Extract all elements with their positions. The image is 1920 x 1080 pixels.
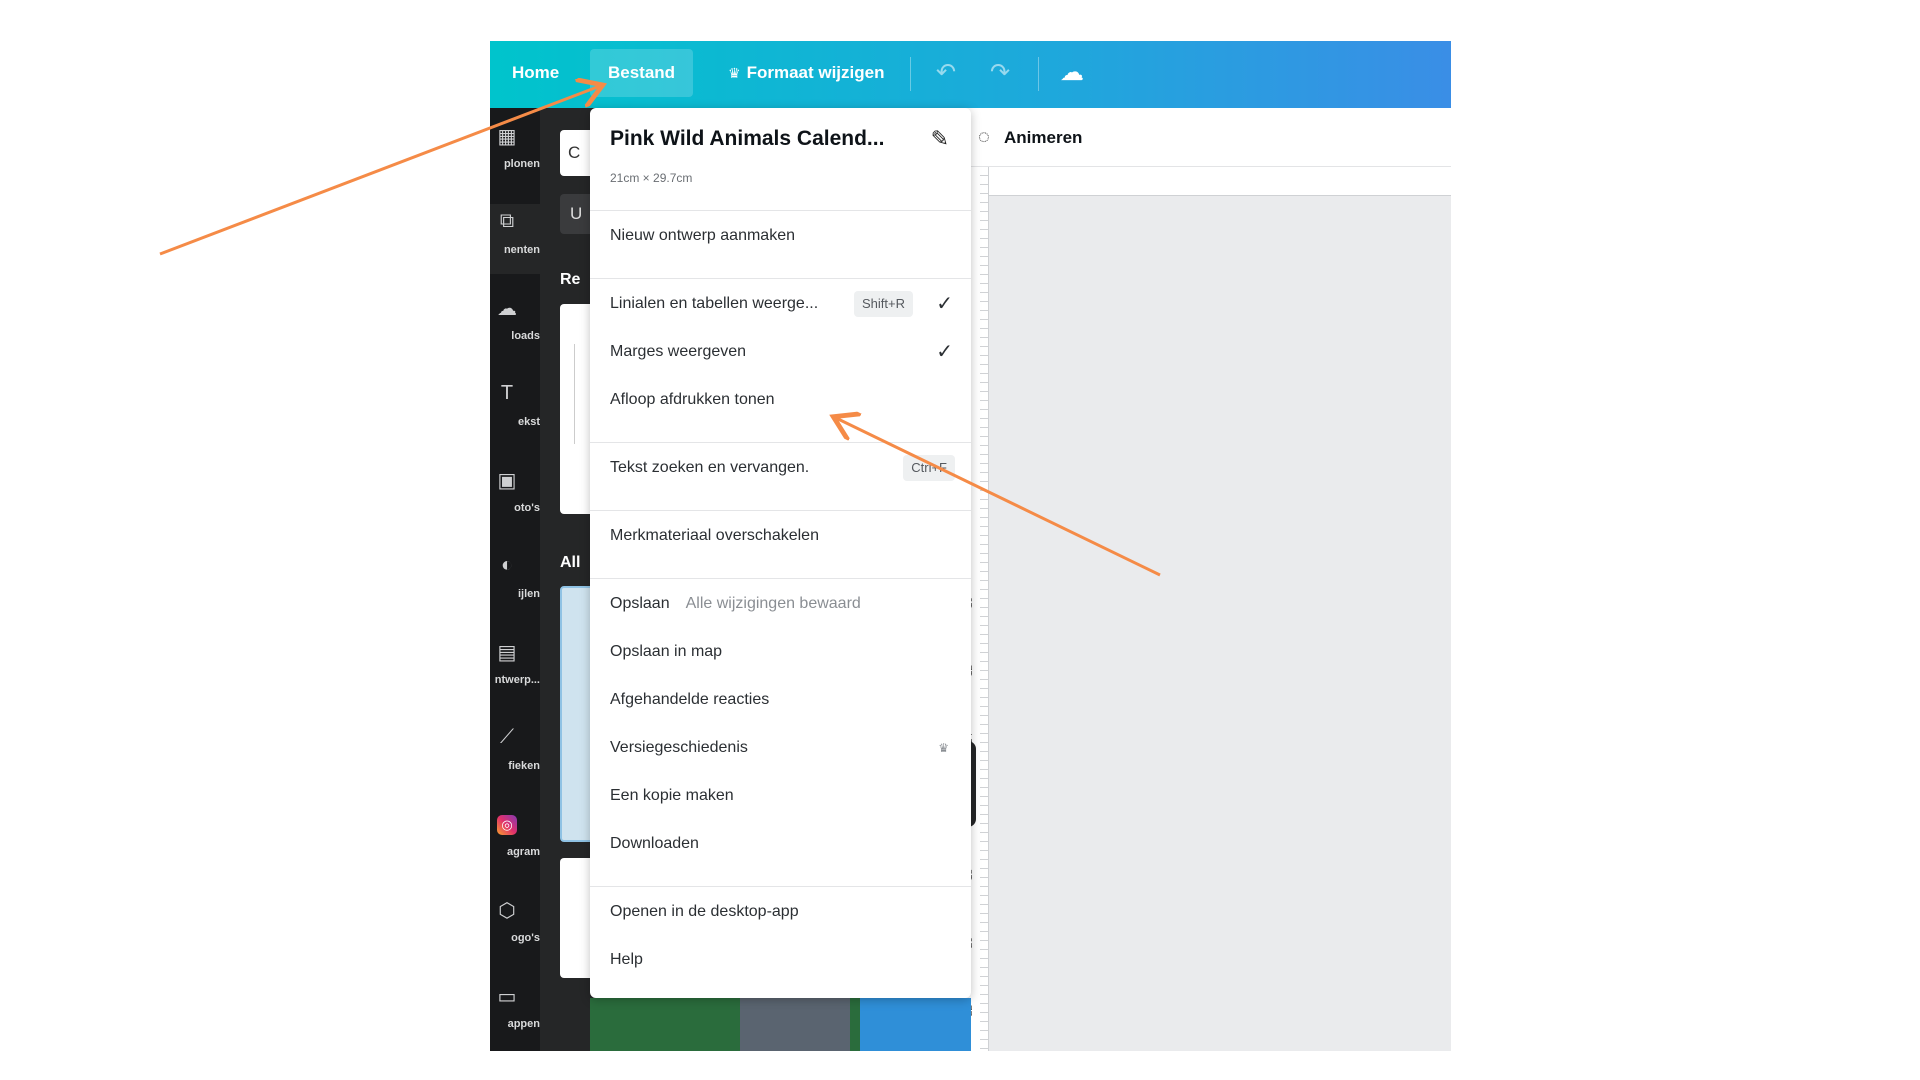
sidebar-item-templates[interactable]: ▦ plonen (490, 118, 540, 188)
menu-item-open-desktop[interactable]: Openen in de desktop-app (610, 892, 955, 932)
sidebar-item-projects[interactable]: ▤ ntwerp... (490, 634, 540, 704)
menu-item-version-history[interactable]: Versiegeschiedenis ♛ (610, 728, 955, 768)
horizontal-ruler[interactable] (960, 167, 1451, 196)
sidebar-item-uploads[interactable]: ☁ loads (490, 290, 540, 360)
design-title[interactable]: Pink Wild Animals Calend... (610, 127, 884, 151)
menu-divider (590, 210, 971, 211)
elements-icon: ⧉ (499, 210, 515, 232)
sidebar-item-photos[interactable]: ▣ oto's (490, 462, 540, 532)
sidebar: ▦ plonen ⧉ nenten ☁ loads T ekst ▣ oto's… (490, 108, 540, 1051)
menu-item-make-copy[interactable]: Een kopie maken (610, 776, 955, 816)
design-dimensions: 21cm × 29.7cm (610, 171, 693, 185)
menu-item-label: Linialen en tabellen weerge... (610, 295, 819, 312)
save-status: Alle wijzigingen bewaard (685, 595, 861, 612)
top-bar: Home Bestand ♛ Formaat wijzigen ↶ ↷ ☁ (490, 41, 1451, 108)
sidebar-item-logos[interactable]: ⬡ ogo's (490, 892, 540, 962)
section-heading-recent: Re (560, 271, 581, 288)
undo-icon[interactable]: ↶ (928, 55, 964, 91)
section-heading-all: All (560, 554, 581, 571)
sidebar-item-label: fieken (508, 760, 540, 772)
cloud-saved-icon[interactable]: ☁ (1054, 55, 1090, 91)
menu-item-rulers[interactable]: Linialen en tabellen weerge... Shift+R ✓ (610, 284, 955, 324)
templates-icon: ▦ (497, 126, 517, 148)
sidebar-item-label: loads (511, 330, 540, 342)
menu-item-save[interactable]: Opslaan Alle wijzigingen bewaard (610, 584, 955, 624)
menu-item-new-design[interactable]: Nieuw ontwerp aanmaken (610, 216, 955, 256)
sidebar-item-label: ntwerp... (494, 674, 540, 686)
sidebar-item-folders[interactable]: ▭ appen (490, 978, 540, 1048)
text-icon: T (500, 382, 514, 404)
logos-icon: ⬡ (498, 900, 516, 922)
sidebar-item-label: plonen (503, 158, 540, 170)
check-icon: ✓ (936, 341, 953, 363)
menu-item-download[interactable]: Downloaden (610, 824, 955, 864)
editor-toolbar: ◌ Animeren (960, 108, 1451, 167)
animate-button[interactable]: Animeren (1004, 128, 1082, 148)
sidebar-item-label: appen (507, 1018, 540, 1030)
menu-item-brand-switch[interactable]: Merkmateriaal overschakelen (610, 516, 955, 556)
divider (1038, 57, 1039, 91)
projects-icon: ▤ (497, 642, 517, 664)
menu-divider (590, 578, 971, 579)
menu-divider (590, 510, 971, 511)
sidebar-item-label: agram (506, 846, 540, 858)
crown-icon: ♛ (728, 65, 741, 81)
menu-item-label: Marges weergeven (610, 343, 747, 360)
file-menu-button[interactable]: Bestand (590, 49, 694, 97)
canva-editor-screenshot: Home Bestand ♛ Formaat wijzigen ↶ ↷ ☁ ▦ p… (490, 41, 1451, 1051)
menu-item-label: Versiegeschiedenis (610, 739, 748, 756)
photo-thumbnail[interactable] (860, 998, 971, 1051)
upload-icon: ☁ (497, 298, 517, 320)
photos-icon: ▣ (497, 470, 517, 492)
crown-icon: ♛ (938, 741, 949, 755)
sidebar-item-instagram[interactable]: ◎ agram (490, 806, 540, 876)
sidebar-item-charts[interactable]: ⟋ fieken (490, 720, 540, 790)
redo-icon[interactable]: ↷ (982, 55, 1018, 91)
menu-item-resolved-comments[interactable]: Afgehandelde reacties (610, 680, 955, 720)
home-button[interactable]: Home (494, 49, 577, 97)
menu-item-save-folder[interactable]: Opslaan in map (610, 632, 955, 672)
resize-button[interactable]: ♛ Formaat wijzigen (710, 49, 902, 97)
menu-divider (590, 442, 971, 443)
photo-thumbnails[interactable] (590, 998, 971, 1051)
folders-icon: ▭ (497, 986, 517, 1008)
menu-item-label: Tekst zoeken en vervangen. (610, 459, 810, 476)
design-canvas[interactable] (989, 196, 1451, 1051)
instagram-icon: ◎ (497, 815, 517, 835)
divider (910, 57, 911, 91)
menu-item-help[interactable]: Help (610, 940, 955, 980)
shortcut-badge: Ctrl+F (903, 455, 955, 481)
sidebar-item-elements[interactable]: ⧉ nenten (490, 204, 540, 274)
sidebar-item-label: ekst (517, 416, 540, 428)
styles-icon: ◐ (500, 554, 514, 576)
resize-button-label: Formaat wijzigen (746, 63, 885, 82)
menu-item-find-replace[interactable]: Tekst zoeken en vervangen. Ctrl+F (610, 448, 955, 488)
search-input-text: C (568, 143, 581, 162)
menu-divider (590, 278, 971, 279)
sidebar-item-label: nenten (503, 244, 540, 256)
menu-item-print-bleed[interactable]: Afloop afdrukken tonen (610, 380, 955, 420)
photo-thumbnail[interactable] (740, 998, 850, 1051)
shortcut-badge: Shift+R (854, 291, 913, 317)
check-icon: ✓ (936, 293, 953, 315)
file-dropdown-menu: Pink Wild Animals Calend... ✎ 21cm × 29.… (590, 108, 971, 998)
charts-icon: ⟋ (500, 726, 514, 748)
menu-item-margins[interactable]: Marges weergeven ✓ (610, 332, 955, 372)
menu-divider (590, 886, 971, 887)
sidebar-item-label: ijlen (517, 588, 540, 600)
sidebar-item-label: oto's (514, 502, 540, 514)
menu-item-label: Opslaan (610, 595, 670, 612)
sidebar-item-label: ogo's (511, 932, 540, 944)
sidebar-item-text[interactable]: T ekst (490, 376, 540, 446)
sidebar-item-styles[interactable]: ◐ ijlen (490, 548, 540, 618)
pencil-icon[interactable]: ✎ (931, 126, 949, 152)
animate-icon[interactable]: ◌ (978, 126, 990, 149)
